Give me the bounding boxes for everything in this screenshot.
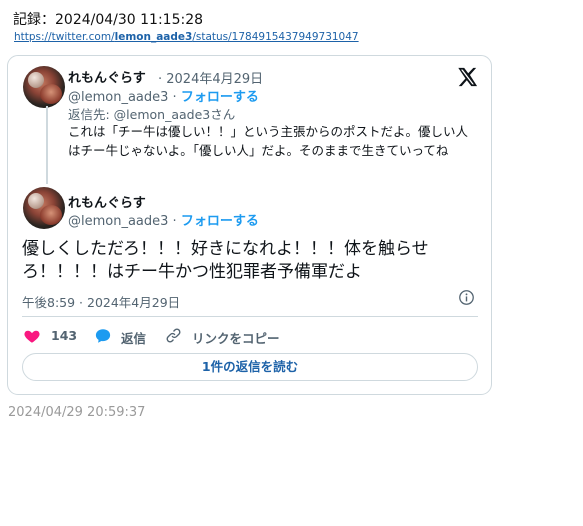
url-user: lemon_aade3 [114, 31, 193, 43]
follow-button[interactable]: フォローする [181, 90, 259, 105]
tweet-date[interactable]: · 2024年4月29日 [158, 68, 263, 87]
display-name[interactable]: れもんぐらす [68, 192, 146, 211]
tweet-embed-card: れもんぐらす · 2024年4月29日 @lemon_aade3 · フォローす… [7, 55, 492, 395]
tweet-timestamp[interactable]: 午後8:59 · 2024年4月29日 [22, 292, 180, 311]
copy-link-button[interactable]: リンクをコピー [165, 326, 285, 346]
url-suffix: /status/1784915437949731047 [192, 31, 359, 43]
follow-button[interactable]: フォローする [181, 214, 259, 229]
avatar[interactable] [23, 66, 65, 108]
x-logo-icon[interactable] [456, 66, 478, 88]
divider [22, 316, 478, 317]
url-prefix: https://twitter.com/ [14, 31, 115, 43]
link-icon [166, 328, 181, 343]
handle-row: @lemon_aade3 · フォローする [68, 86, 259, 105]
copy-link-label: リンクをコピー [192, 331, 280, 346]
like-button[interactable]: 143 [23, 326, 83, 346]
reply-button[interactable]: 返信 [94, 326, 154, 346]
main-tweet-text: 優しくしただろ！！！好きになれよ！！！体を触らせろ！！！！はチー牛かつ性犯罪者予… [22, 239, 429, 282]
tweet-url-link[interactable]: https://twitter.com/lemon_aade3/status/1… [14, 31, 359, 43]
read-replies-button[interactable]: 1件の返信を読む [22, 353, 478, 381]
handle[interactable]: @lemon_aade3 · [68, 90, 181, 105]
handle-row: @lemon_aade3 · フォローする [68, 210, 259, 229]
info-icon[interactable] [458, 289, 475, 306]
like-count: 143 [51, 328, 78, 343]
reply-to-label[interactable]: 返信先: @lemon_aade3さん [68, 104, 235, 123]
display-name[interactable]: れもんぐらす [68, 67, 146, 86]
speech-bubble-icon [95, 329, 111, 343]
footer-timestamp: 2024/04/29 20:59:37 [8, 405, 146, 420]
thread-line [46, 106, 48, 184]
reply-tweet-text: これは「チー牛は優しい！！」という主張からのポストだよ。優しい人はチー牛じゃない… [68, 124, 469, 158]
heart-icon [24, 330, 40, 343]
reply-label: 返信 [121, 331, 147, 346]
record-label: 記録：2024/04/30 11:15:28 [13, 12, 204, 28]
handle[interactable]: @lemon_aade3 · [68, 214, 181, 229]
avatar[interactable] [23, 187, 65, 229]
